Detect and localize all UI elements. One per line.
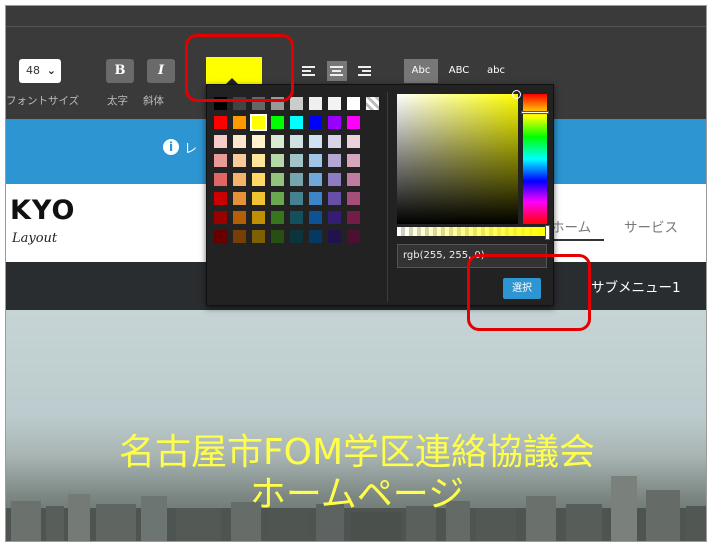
palette-swatch[interactable] [290, 192, 303, 205]
spectrum-handle[interactable] [512, 90, 521, 99]
palette-swatch[interactable] [233, 116, 246, 129]
hero-title-line2: ホームページ [249, 474, 465, 515]
palette-swatch[interactable] [271, 230, 284, 243]
bold-button[interactable]: B [106, 59, 134, 83]
palette-swatch[interactable] [252, 211, 265, 224]
italic-label: 斜体 [143, 95, 164, 107]
palette-swatch[interactable] [233, 135, 246, 148]
transparent-swatch[interactable] [366, 97, 379, 110]
palette-swatch[interactable] [214, 211, 227, 224]
toolbar-divider [6, 26, 706, 27]
palette-swatch[interactable] [290, 230, 303, 243]
highlight-choose-button-box [467, 254, 591, 331]
palette-swatch[interactable] [271, 192, 284, 205]
info-icon: i [163, 139, 179, 155]
palette-swatch[interactable] [214, 192, 227, 205]
palette-swatch[interactable] [347, 116, 360, 129]
palette-swatch[interactable] [290, 135, 303, 148]
palette-swatch[interactable] [328, 230, 341, 243]
palette-swatch[interactable] [309, 211, 322, 224]
palette-swatch[interactable] [252, 135, 265, 148]
palette-swatch[interactable] [309, 97, 322, 110]
palette-swatch[interactable] [309, 230, 322, 243]
palette-swatch[interactable] [233, 173, 246, 186]
palette-swatch[interactable] [271, 211, 284, 224]
palette-swatch[interactable] [214, 230, 227, 243]
palette-swatch[interactable] [214, 173, 227, 186]
palette-swatch[interactable] [250, 114, 267, 131]
highlight-text-color-box [185, 34, 294, 102]
palette-swatch[interactable] [328, 192, 341, 205]
palette-swatch[interactable] [233, 211, 246, 224]
palette-swatch[interactable] [271, 154, 284, 167]
palette-swatch[interactable] [347, 154, 360, 167]
editor-frame: 48 ⌄ B I Abc ABC abc フォントサイズ 太字 斜体 i レ K… [5, 5, 707, 542]
palette-swatch[interactable] [347, 173, 360, 186]
notice-text: レ [184, 142, 198, 157]
hue-slider-handle[interactable] [521, 111, 549, 114]
palette-swatch[interactable] [290, 211, 303, 224]
capitalize-button[interactable]: Abc [404, 59, 438, 83]
palette-swatch[interactable] [328, 211, 341, 224]
uppercase-button[interactable]: ABC [443, 59, 475, 83]
palette-swatch[interactable] [252, 173, 265, 186]
nav-submenu-1[interactable]: サブメニュー1 [591, 276, 681, 296]
palette-swatch[interactable] [347, 97, 360, 110]
palette-swatch[interactable] [347, 135, 360, 148]
nav-home[interactable]: ホーム [551, 216, 591, 236]
site-logo-subtitle: Layout [12, 231, 58, 246]
align-right-icon[interactable] [355, 61, 375, 81]
palette-swatch[interactable] [328, 154, 341, 167]
palette-swatch[interactable] [214, 154, 227, 167]
palette-swatch[interactable] [328, 135, 341, 148]
bold-label: 太字 [107, 95, 128, 107]
alpha-slider-handle[interactable] [545, 225, 550, 240]
palette-swatch[interactable] [252, 154, 265, 167]
palette-swatch[interactable] [347, 230, 360, 243]
palette-swatch[interactable] [290, 97, 303, 110]
font-size-value: 48 [26, 64, 40, 77]
align-center-icon[interactable] [327, 61, 347, 81]
palette-swatch[interactable] [271, 135, 284, 148]
palette-swatch[interactable] [328, 173, 341, 186]
hero-title-line1: 名古屋市FOM学区連絡協議会 [118, 432, 596, 473]
site-logo[interactable]: KYO [10, 195, 75, 226]
palette-swatch[interactable] [214, 116, 227, 129]
nav-service[interactable]: サービス [624, 216, 678, 236]
palette-swatch[interactable] [309, 192, 322, 205]
palette-swatch[interactable] [252, 192, 265, 205]
palette-swatch[interactable] [309, 173, 322, 186]
font-size-label: フォントサイズ [6, 95, 80, 107]
palette-swatch[interactable] [290, 116, 303, 129]
palette-swatch[interactable] [233, 154, 246, 167]
alpha-slider[interactable] [397, 227, 547, 236]
saturation-spectrum[interactable] [397, 94, 518, 224]
italic-button[interactable]: I [147, 59, 175, 83]
palette-swatch[interactable] [271, 116, 284, 129]
palette-swatch[interactable] [271, 173, 284, 186]
palette-swatch[interactable] [328, 116, 341, 129]
palette-swatch[interactable] [328, 97, 341, 110]
picker-divider [387, 92, 388, 302]
align-left-icon[interactable] [299, 61, 319, 81]
palette-swatch[interactable] [347, 211, 360, 224]
palette-swatch[interactable] [309, 116, 322, 129]
palette-swatch[interactable] [252, 230, 265, 243]
palette-swatch[interactable] [347, 192, 360, 205]
font-size-select[interactable]: 48 ⌄ [19, 59, 61, 83]
palette-swatch[interactable] [214, 135, 227, 148]
nav-active-underline [546, 239, 604, 241]
palette-swatch[interactable] [233, 230, 246, 243]
palette-swatch[interactable] [290, 173, 303, 186]
lowercase-button[interactable]: abc [482, 59, 510, 83]
palette-swatch[interactable] [309, 154, 322, 167]
chevron-down-icon: ⌄ [46, 64, 56, 77]
palette-swatch[interactable] [309, 135, 322, 148]
palette-swatch[interactable] [233, 192, 246, 205]
palette-swatch[interactable] [290, 154, 303, 167]
